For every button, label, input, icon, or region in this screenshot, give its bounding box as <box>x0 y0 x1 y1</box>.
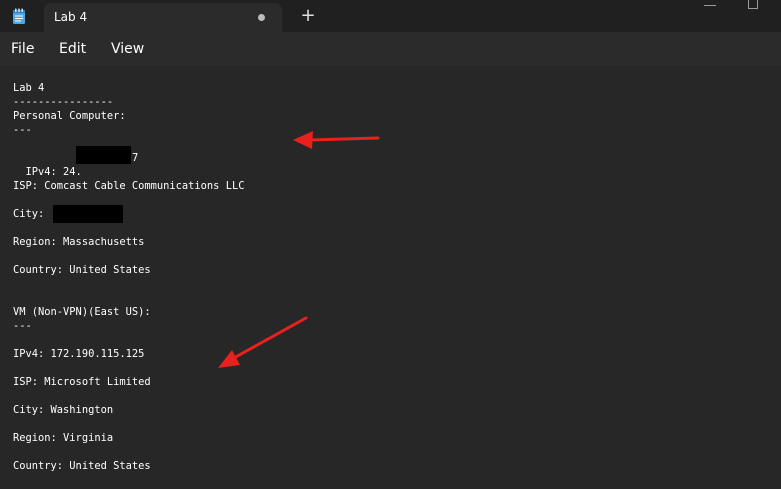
arrow-icon <box>293 131 380 149</box>
annotation-overlay <box>218 131 380 368</box>
arrow-icon <box>218 316 308 368</box>
